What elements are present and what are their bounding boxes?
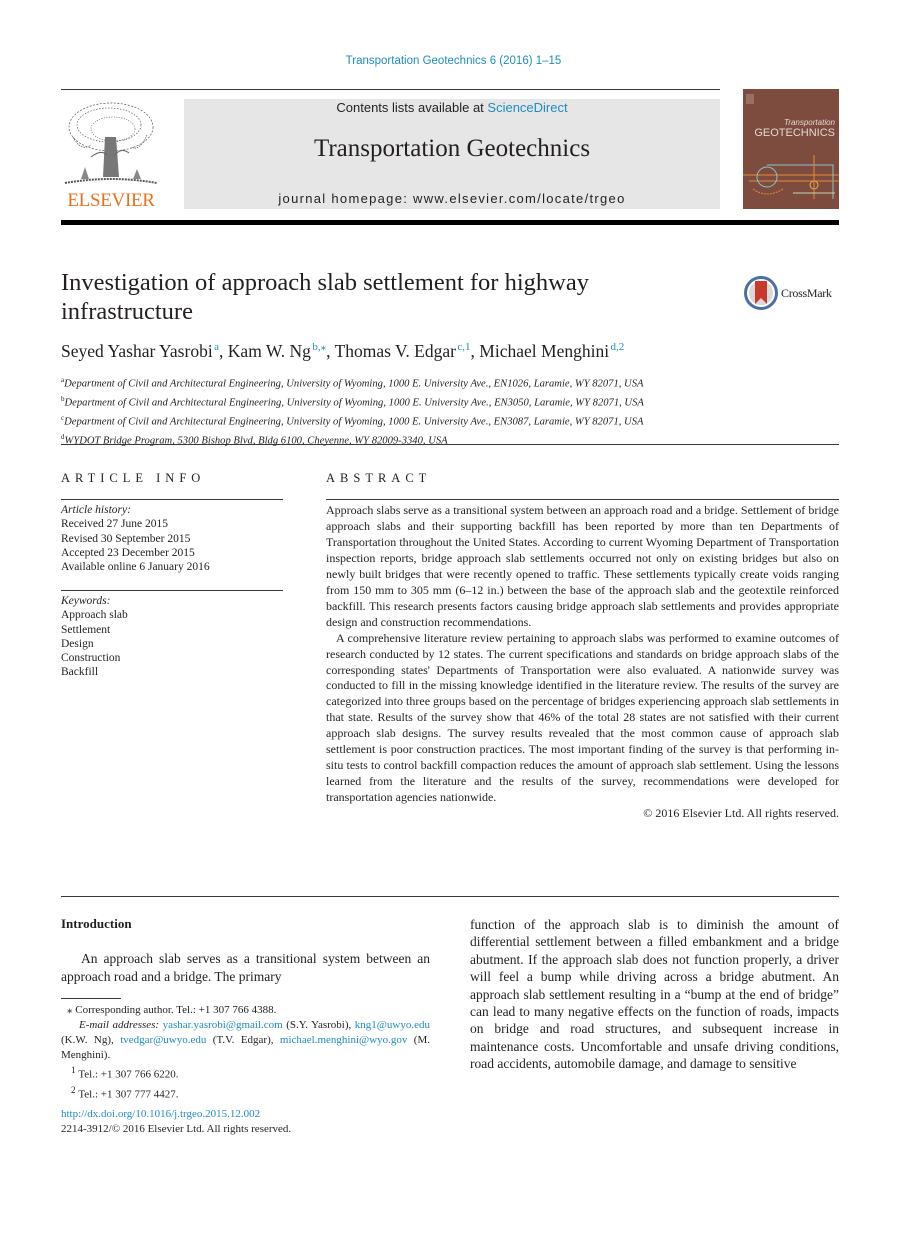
doi-block: http://dx.doi.org/10.1016/j.trgeo.2015.1… (61, 1107, 430, 1137)
history-entry: Revised 30 September 2015 (61, 532, 191, 545)
author[interactable]: Seyed Yashar Yasrobi a (61, 341, 219, 361)
email-link[interactable]: kng1@uwyo.edu (355, 1019, 430, 1031)
sciencedirect-link[interactable]: ScienceDirect (487, 100, 567, 115)
elsevier-logo[interactable]: ELSEVIER (61, 97, 161, 211)
abstract-body: Approach slabs serve as a transitional s… (326, 503, 839, 822)
contents-prefix: Contents lists available at (336, 100, 488, 115)
email-link[interactable]: yashar.yasrobi@gmail.com (163, 1019, 283, 1031)
footnote: 1 Tel.: +1 307 766 6220. (71, 1065, 179, 1081)
journal-header-box: Contents lists available at ScienceDirec… (184, 99, 720, 209)
email-addresses: E-mail addresses: yashar.yasrobi@gmail.c… (61, 1019, 430, 1061)
elsevier-tree-icon (64, 102, 158, 184)
copyright-notice: © 2016 Elsevier Ltd. All rights reserved… (643, 806, 839, 821)
journal-reference[interactable]: Transportation Geotechnics 6 (2016) 1–15 (0, 55, 907, 67)
affiliations: aDepartment of Civil and Architectural E… (61, 373, 841, 449)
article-info-heading: ARTICLE INFO (61, 471, 206, 485)
doi-link[interactable]: http://dx.doi.org/10.1016/j.trgeo.2015.1… (61, 1108, 260, 1120)
header-thick-rule (61, 220, 839, 225)
introduction-heading: Introduction (61, 916, 132, 931)
abstract-heading: ABSTRACT (326, 471, 432, 485)
issn-copyright: 2214-3912/© 2016 Elsevier Ltd. All right… (61, 1123, 292, 1135)
keyword: Settlement (61, 623, 111, 636)
affiliation: cDepartment of Civil and Architectural E… (61, 413, 644, 428)
email-link[interactable]: tvedgar@uwyo.edu (120, 1034, 206, 1046)
author[interactable]: Kam W. Ng b,⁎ (228, 341, 326, 361)
history-entry: Received 27 June 2015 (61, 518, 168, 531)
abstract-paragraph: A comprehensive literature review pertai… (326, 630, 839, 805)
crossmark-icon (744, 276, 778, 310)
footnote-divider (61, 998, 121, 999)
affiliation: aDepartment of Civil and Architectural E… (61, 376, 644, 390)
contents-line: Contents lists available at ScienceDirec… (184, 100, 720, 115)
history-entry: Accepted 23 December 2015 (61, 546, 195, 559)
footnote: 2 Tel.: +1 307 777 4427. (71, 1084, 179, 1101)
divider (61, 444, 839, 445)
keywords: Keywords: Approach slab Settlement Desig… (61, 594, 283, 680)
divider (61, 590, 283, 591)
author[interactable]: Michael Menghini d,2 (479, 341, 624, 361)
keyword: Construction (61, 652, 121, 665)
article-history-label: Article history: (61, 504, 131, 516)
article-title: Investigation of approach slab settlemen… (61, 269, 589, 325)
cover-title-large: GEOTECHNICS (754, 127, 835, 139)
abstract-paragraph: Approach slabs serve as a transitional s… (326, 503, 839, 629)
journal-cover-icon: Transportation GEOTECHNICS (743, 89, 839, 209)
introduction-text-right: function of the approach slab is to dimi… (470, 917, 839, 1072)
elsevier-wordmark: ELSEVIER (67, 190, 155, 211)
introduction-text-left: An approach slab serves as a transitiona… (61, 951, 430, 984)
affiliation: bDepartment of Civil and Architectural E… (61, 394, 644, 409)
crossmark-label: CrossMark (781, 286, 832, 300)
journal-cover-image[interactable]: Transportation GEOTECHNICS (743, 89, 839, 209)
crossmark-button[interactable]: CrossMark (744, 276, 844, 312)
divider (61, 896, 839, 897)
email-link[interactable]: michael.menghini@wyo.gov (280, 1034, 407, 1046)
author-affiliation-marker[interactable]: b,⁎ (312, 341, 326, 353)
article-history: Article history: Received 27 June 2015 R… (61, 503, 283, 574)
affiliation: dWYDOT Bridge Program, 5300 Bishop Blvd,… (61, 432, 448, 447)
author-affiliation-marker[interactable]: c,1 (457, 341, 470, 353)
cover-title-small: Transportation (784, 118, 836, 127)
keywords-label: Keywords: (61, 595, 111, 607)
author-list: Seyed Yashar Yasrobi a, Kam W. Ng b,⁎, T… (61, 340, 625, 361)
keyword: Backfill (61, 666, 99, 679)
keyword: Approach slab (61, 609, 128, 622)
header-divider (61, 89, 720, 90)
divider (326, 499, 839, 500)
corresponding-author-note: ⁎ Corresponding author. Tel.: +1 307 766… (67, 1004, 277, 1016)
author-affiliation-marker[interactable]: d,2 (611, 341, 625, 353)
keyword: Design (61, 637, 94, 650)
divider (61, 499, 283, 500)
footnotes: ⁎ Corresponding author. Tel.: +1 307 766… (61, 1003, 430, 1102)
journal-title: Transportation Geotechnics (313, 135, 591, 162)
journal-homepage-link[interactable]: journal homepage: www.elsevier.com/locat… (184, 191, 720, 206)
author[interactable]: Thomas V. Edgar c,1 (335, 341, 471, 361)
history-entry: Available online 6 January 2016 (61, 561, 210, 574)
